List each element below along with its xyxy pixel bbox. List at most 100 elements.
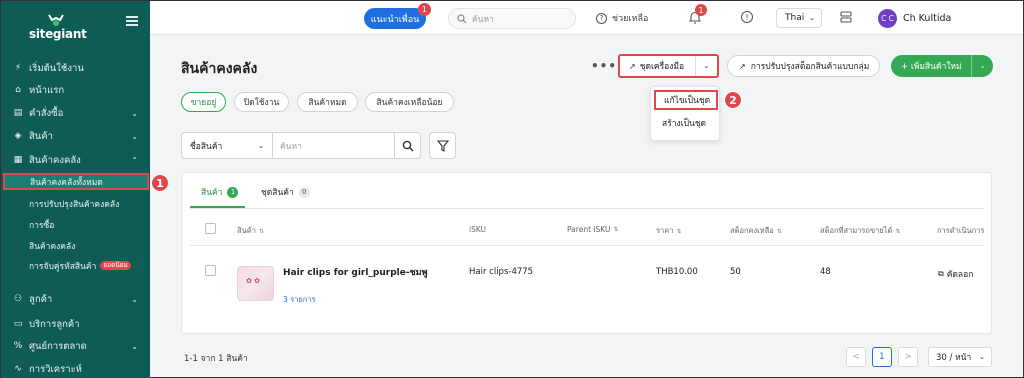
avatar[interactable]: C C (878, 9, 897, 28)
price-value: THB10.00 (656, 267, 698, 277)
column-header-product[interactable]: สินค้า ⇅ (237, 225, 264, 237)
column-header-stock[interactable]: สต็อกคงเหลือ ⇅ (730, 225, 782, 237)
popular-badge: ยอดนิยม (100, 261, 131, 270)
select-all-checkbox[interactable] (205, 223, 216, 234)
next-page-button[interactable]: > (898, 347, 918, 367)
info-icon[interactable]: ! (741, 11, 753, 23)
sidebar-subitem-all-inventory[interactable]: สินค้าคงคลังทั้งหมด (3, 173, 149, 190)
sidebar-item-customers[interactable]: ⚇ ลูกค้า ⌄ (1, 289, 150, 309)
sidebar-item-getting-started[interactable]: ⚡ เริ่มต้นใช้งาน (1, 58, 150, 78)
logo-mark-icon (48, 14, 64, 26)
per-page-select[interactable]: 30 / หน้า ⌄ (928, 347, 992, 367)
chevron-down-icon[interactable]: ⌄ (694, 56, 718, 76)
chevron-down-icon: ⌄ (979, 353, 985, 361)
more-options-button[interactable]: ••• (591, 59, 617, 73)
invite-friends-button[interactable]: แนะนำเพื่อน (364, 8, 426, 29)
sidebar-item-label: เริ่มต้นใช้งาน (29, 62, 84, 74)
users-icon: ⚇ (13, 294, 23, 304)
lightning-icon: ⚡ (14, 63, 22, 73)
chevron-down-icon[interactable]: ⌄ (971, 55, 993, 77)
divider (190, 245, 984, 246)
product-name[interactable]: Hair clips for girl_purple-ชมพู (283, 265, 428, 279)
sidebar-item-label: สินค้าคงคลัง (29, 154, 81, 166)
search-button[interactable] (395, 132, 421, 159)
sidebar-item-label: หน้าแรก (29, 84, 65, 96)
product-search-bar: ชื่อสินค้า ⌄ ค้นหา (181, 132, 456, 159)
filter-tab-disabled[interactable]: ปิดใช้งาน (234, 92, 289, 112)
bulk-edit-menu-item[interactable]: แก้ไขเป็นชุด (654, 90, 718, 110)
filter-button[interactable] (429, 132, 456, 159)
invite-badge: 1 (418, 3, 431, 16)
menu-toggle-icon[interactable] (126, 16, 138, 26)
sidebar-subitem-inventory-adjustment[interactable]: การปรับปรุงสินค้าคงคลัง (1, 195, 150, 212)
chevron-down-icon: ⌄ (131, 108, 138, 118)
sidebar-item-inventory[interactable]: ▦ สินค้าคงคลัง ⌃ (1, 150, 150, 170)
tab-products[interactable]: สินค้า 1 (201, 185, 239, 199)
column-header-sellable-stock[interactable]: สต็อกที่สามารถขายได้ ⇅ (820, 225, 900, 237)
toolkit-dropdown: แก้ไขเป็นชุด สร้างเป็นชุด (650, 86, 720, 141)
toolkit-button[interactable]: ↗ ชุดเครื่องมือ ⌄ (618, 54, 719, 78)
store-switch-icon[interactable] (840, 11, 852, 23)
tab-bundles[interactable]: ชุดสินค้า 0 (261, 185, 310, 199)
sidebar: sitegiant ⚡ เริ่มต้นใช้งาน ⌂ หน้าแรก ▤ คำสั… (1, 1, 150, 378)
external-link-icon: ↗ (739, 61, 746, 71)
bulk-create-menu-item[interactable]: สร้างเป็นชุด (654, 113, 718, 133)
sidebar-item-label: คำสั่งซื้อ (29, 107, 64, 119)
inventory-icon: ▦ (13, 155, 23, 165)
column-header-parent-isku[interactable]: Parent iSKU ⇅ (567, 225, 618, 234)
sidebar-subitem-purchase[interactable]: การซื้อ (1, 216, 150, 233)
sidebar-item-label: การวิเคราะห์ (29, 363, 82, 375)
stock-value: 50 (730, 267, 741, 277)
chevron-down-icon: ⌄ (131, 294, 138, 304)
copy-button[interactable]: ⧉ คัดลอก (938, 267, 973, 281)
filter-tab-out-of-stock[interactable]: สินค้าหมด (297, 92, 358, 112)
chevron-down-icon: ⌄ (809, 14, 815, 22)
prev-page-button[interactable]: < (846, 347, 866, 367)
divider (190, 208, 984, 209)
sidebar-subitem-stock[interactable]: สินค้าคงคลัง (1, 237, 150, 254)
sidebar-item-label: ศูนย์การตลาด (29, 340, 87, 352)
sidebar-subitem-label: การปรับปรุงสินค้าคงคลัง (29, 199, 120, 210)
sellable-stock-value: 48 (820, 267, 831, 277)
brand-logo[interactable]: sitegiant (13, 9, 93, 41)
sort-icon: ⇅ (258, 227, 264, 235)
page-number-button[interactable]: 1 (872, 347, 892, 367)
bulk-stock-update-button[interactable]: ↗ การปรับปรุงสต็อกสินค้าแบบกลุ่ม (727, 55, 880, 77)
language-select[interactable]: Thai ⌄ (776, 8, 822, 28)
product-thumbnail[interactable]: ✿ ✿ (237, 266, 274, 301)
sidebar-item-marketing[interactable]: % ศูนย์การตลาด ⌄ (1, 336, 150, 356)
column-header-price[interactable]: ราคา ⇅ (656, 225, 682, 237)
variants-link[interactable]: 3 รายการ (283, 294, 316, 306)
sidebar-subitem-label: สินค้าคงคลัง (29, 241, 76, 252)
column-header-isku[interactable]: iSKU (469, 225, 486, 234)
sort-icon: ⇅ (776, 227, 782, 235)
username[interactable]: Ch Kultida (903, 13, 951, 24)
column-header-actions: การดำเนินการ (937, 226, 985, 235)
tab-label: ชุดสินค้า (261, 188, 294, 198)
search-field-select[interactable]: ชื่อสินค้า ⌄ (181, 132, 273, 159)
global-search-input[interactable]: ค้นหา (448, 8, 576, 29)
isku-value: Hair clips-4775 (469, 267, 534, 277)
sidebar-item-label: ลูกค้า (29, 293, 53, 305)
sidebar-subitem-sku-matching[interactable]: การจับคู่รหัสสินค้า ยอดนิยม (1, 257, 150, 274)
filter-tab-low-stock[interactable]: สินค้าคงเหลือน้อย (365, 92, 454, 112)
bulk-label: การปรับปรุงสต็อกสินค้าแบบกลุ่ม (750, 62, 870, 72)
product-search-input[interactable]: ค้นหา (273, 132, 395, 159)
inventory-table-card: สินค้า 1 ชุดสินค้า 0 สินค้า ⇅ iSKU Parent i… (181, 172, 992, 334)
chevron-down-icon: ⌄ (258, 141, 264, 150)
sidebar-subitem-label: การจับคู่รหัสสินค้า (29, 261, 97, 272)
add-product-button[interactable]: + เพิ่มสินค้าใหม่ ⌄ (891, 55, 993, 77)
brand-name: sitegiant (29, 27, 87, 41)
sidebar-item-orders[interactable]: ▤ คำสั่งซื้อ ⌄ (1, 103, 150, 123)
sidebar-item-products[interactable]: ◈ สินค้า ⌄ (1, 126, 150, 146)
filter-tab-active[interactable]: ขายอยู่ (181, 92, 226, 112)
search-placeholder: ค้นหา (472, 14, 494, 25)
help-link[interactable]: ? ช่วยเหลือ (596, 11, 648, 25)
sidebar-item-analytics[interactable]: ∿ การวิเคราะห์ (1, 359, 150, 378)
topbar: แนะนำเพื่อน 1 ค้นหา ? ช่วยเหลือ 1 ! Thai… (150, 1, 1023, 35)
row-checkbox[interactable] (205, 265, 216, 276)
sort-icon: ⇅ (676, 227, 682, 235)
sidebar-item-home[interactable]: ⌂ หน้าแรก (1, 80, 150, 100)
sidebar-item-customer-service[interactable]: ▭ บริการลูกค้า (1, 314, 150, 334)
sort-icon: ⇅ (613, 226, 619, 233)
